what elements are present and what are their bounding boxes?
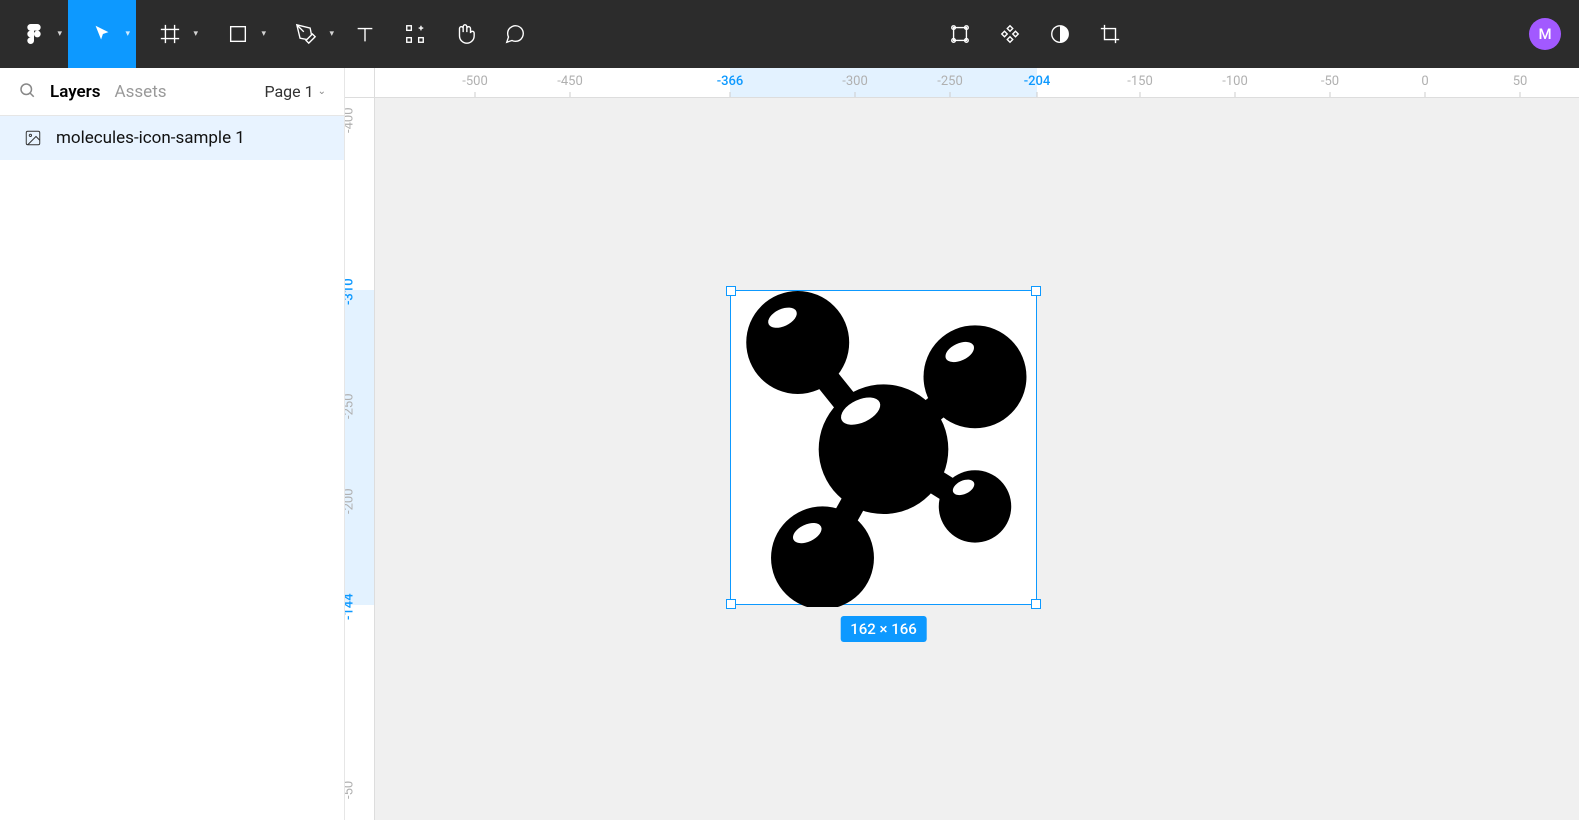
mask-icon <box>1049 23 1071 45</box>
component-icon <box>999 23 1021 45</box>
resize-handle-tr[interactable] <box>1031 286 1041 296</box>
resize-handle-tl[interactable] <box>726 286 736 296</box>
canvas[interactable]: 162 × 166 <box>375 98 1579 820</box>
tab-assets[interactable]: Assets <box>115 82 167 102</box>
comment-icon <box>504 23 526 45</box>
figma-logo-icon <box>24 23 44 45</box>
frame-tool-button[interactable]: ▾ <box>136 0 204 68</box>
crop-icon <box>1099 23 1121 45</box>
selection-box[interactable]: 162 × 166 <box>730 290 1037 605</box>
search-icon[interactable] <box>18 81 36 103</box>
chevron-down-icon: ▾ <box>125 29 130 39</box>
rectangle-icon <box>227 23 249 45</box>
move-tool-button[interactable]: ▾ <box>68 0 136 68</box>
panel-header: Layers Assets Page 1 ⌄ <box>0 68 344 116</box>
image-icon <box>24 129 42 147</box>
molecule-image <box>731 291 1036 607</box>
hand-tool-button[interactable] <box>440 0 490 68</box>
chevron-down-icon: ▾ <box>193 29 198 39</box>
canvas-area: -500-450-366-300-250-204-150-100-50050 -… <box>345 68 1579 820</box>
tab-layers[interactable]: Layers <box>50 82 101 102</box>
chevron-down-icon: ▾ <box>57 29 62 39</box>
layer-item[interactable]: molecules-icon-sample 1 <box>0 116 344 160</box>
pen-icon <box>295 23 317 45</box>
layer-item-label: molecules-icon-sample 1 <box>56 128 245 148</box>
edit-object-button[interactable] <box>935 0 985 68</box>
frame-icon <box>159 23 181 45</box>
text-icon <box>354 23 376 45</box>
component-button[interactable] <box>985 0 1035 68</box>
pen-tool-button[interactable]: ▾ <box>272 0 340 68</box>
page-selector[interactable]: Page 1 ⌄ <box>264 82 326 101</box>
hand-icon <box>454 23 476 45</box>
top-toolbar: ▾ ▾ ▾ ▾ ▾ <box>0 0 1579 68</box>
left-sidebar: Layers Assets Page 1 ⌄ molecules-icon-sa… <box>0 68 345 820</box>
resize-handle-br[interactable] <box>1031 599 1041 609</box>
text-tool-button[interactable] <box>340 0 390 68</box>
cursor-icon <box>91 23 113 45</box>
mask-button[interactable] <box>1035 0 1085 68</box>
dimensions-badge: 162 × 166 <box>840 616 927 642</box>
ruler-corner <box>345 68 375 98</box>
shape-tool-button[interactable]: ▾ <box>204 0 272 68</box>
crop-button[interactable] <box>1085 0 1135 68</box>
resize-handle-bl[interactable] <box>726 599 736 609</box>
main-menu-button[interactable]: ▾ <box>0 0 68 68</box>
chevron-down-icon: ⌄ <box>318 86 326 97</box>
edit-object-icon <box>949 23 971 45</box>
ruler-horizontal[interactable]: -500-450-366-300-250-204-150-100-50050 <box>375 68 1579 98</box>
user-avatar[interactable]: M <box>1529 18 1561 50</box>
resources-tool-button[interactable] <box>390 0 440 68</box>
comment-tool-button[interactable] <box>490 0 540 68</box>
ruler-vertical[interactable]: -400-310-250-200-144-50 <box>345 98 375 820</box>
chevron-down-icon: ▾ <box>261 29 266 39</box>
chevron-down-icon: ▾ <box>329 29 334 39</box>
page-selector-label: Page 1 <box>264 82 313 101</box>
resources-icon <box>404 23 426 45</box>
